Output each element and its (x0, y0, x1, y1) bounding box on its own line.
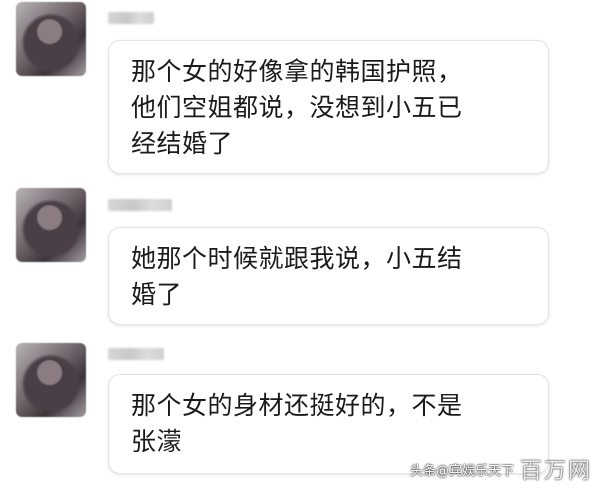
message-text: 那个女的好像拿的韩国护照， (131, 57, 463, 86)
message-text: 他们空姐都说，没想到小五已 (131, 93, 463, 122)
chat-conversation: 那个女的好像拿的韩国护照， 他们空姐都说，没想到小五已 经结婚了 她那个时候就跟… (0, 0, 600, 489)
watermark: 头条@宾娱乐天下 百万网 (409, 455, 592, 484)
message-bubble[interactable]: 她那个时候就跟我说，小五结 婚了 (108, 227, 549, 325)
avatar[interactable] (16, 188, 86, 262)
sender-nickname (108, 12, 154, 24)
message-text: 那个女的身材还挺好的，不是 (131, 391, 463, 420)
avatar[interactable] (16, 343, 86, 417)
message-text: 经结婚了 (131, 129, 234, 158)
avatar[interactable] (16, 2, 86, 76)
message-text: 她那个时候就跟我说，小五结 (131, 244, 463, 273)
watermark-source: 头条@宾娱乐天下 (409, 463, 514, 479)
sender-nickname (108, 348, 164, 360)
watermark-logo: 百万网 (519, 459, 592, 484)
message-text: 婚了 (131, 280, 183, 309)
message-bubble[interactable]: 那个女的好像拿的韩国护照， 他们空姐都说，没想到小五已 经结婚了 (108, 40, 549, 174)
sender-nickname (108, 199, 172, 211)
